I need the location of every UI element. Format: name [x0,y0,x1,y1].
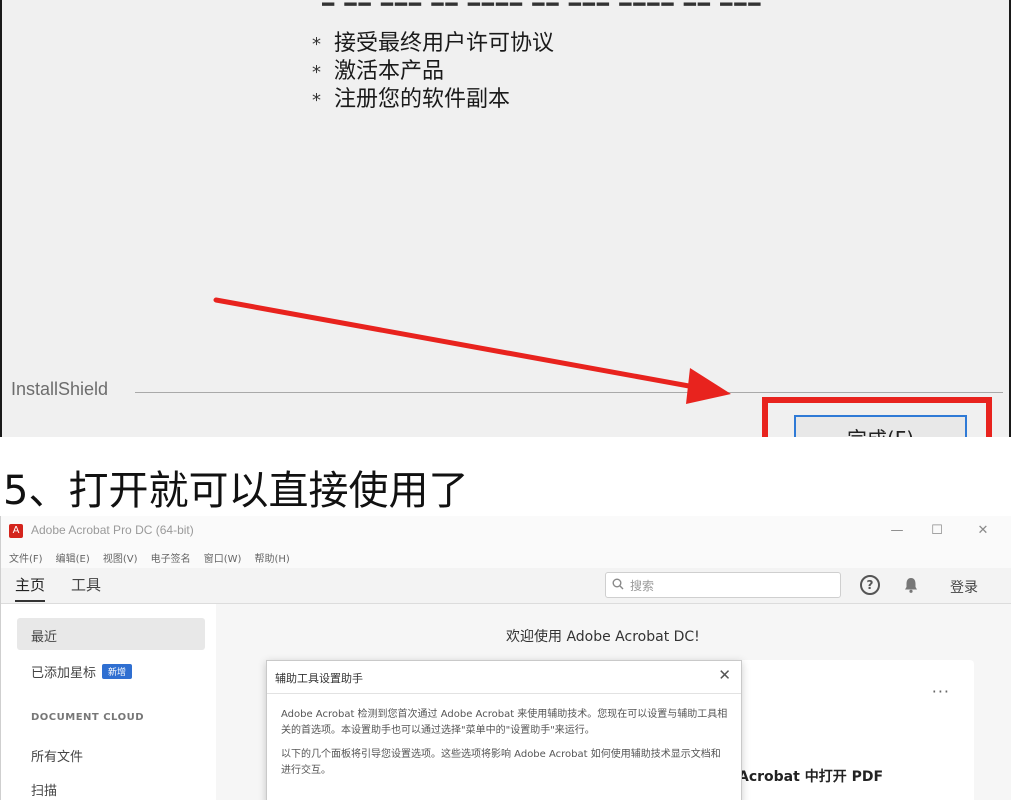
bullet-list: * 接受最终用户许可协议 * 激活本产品 * 注册您的软件副本 [312,30,554,114]
main-toolbar: 主页 工具 搜索 ? 登录 [1,568,1011,604]
menu-edit[interactable]: 编辑(E) [56,550,90,565]
login-button[interactable]: 登录 [950,577,978,597]
step-title: 5、打开就可以直接使用了 [3,468,469,514]
bullet-text: 接受最终用户许可协议 [334,31,555,56]
divider [267,693,741,694]
installer-window: ━ ━━ ━━━ ━━ ━━━━ ━━ ━━━ ━━━━ ━━ ━━━ * 接受最… [0,0,1011,437]
search-placeholder: 搜索 [630,579,655,593]
close-window-button[interactable]: ✕ [965,521,1001,541]
welcome-heading: 欢迎使用 Adobe Acrobat DC! [506,629,700,645]
cropped-text-line: ━ ━━ ━━━ ━━ ━━━━ ━━ ━━━ ━━━━ ━━ ━━━ [322,0,882,6]
search-icon [612,578,624,590]
help-icon[interactable]: ? [860,575,880,595]
search-input[interactable]: 搜索 [605,572,841,598]
installshield-label: InstallShield [11,379,109,399]
menu-window[interactable]: 窗口(W) [204,550,242,565]
acrobat-logo-icon: A [9,524,23,538]
minimize-button[interactable]: — [879,521,915,541]
sidebar-item-label: 扫描 [31,784,58,799]
highlight-box [762,397,992,437]
title-bar: A Adobe Acrobat Pro DC (64-bit) — ☐ ✕ [1,516,1011,546]
accessibility-setup-dialog: 辅助工具设置助手 ✕ Adobe Acrobat 检测到您首次通过 Adobe … [266,660,742,800]
bullet-text: 激活本产品 [334,59,445,84]
menu-bar: 文件(F) 编辑(E) 视图(V) 电子签名 窗口(W) 帮助(H) [1,546,1011,568]
window-title: Adobe Acrobat Pro DC (64-bit) [31,523,194,537]
bullet-text: 注册您的软件副本 [334,87,511,112]
sidebar-item-label: 已添加星标 [31,666,97,681]
bullet-marker: * [312,62,321,83]
dialog-body: Adobe Acrobat 检测到您首次通过 Adobe Acrobat 来使用… [281,707,729,787]
card-title: Acrobat 中打开 PDF [738,769,884,785]
tab-home[interactable]: 主页 [15,574,46,602]
menu-help[interactable]: 帮助(H) [255,550,290,565]
dialog-title: 辅助工具设置助手 [275,672,363,685]
bullet-marker: * [312,90,321,111]
menu-file[interactable]: 文件(F) [9,550,43,565]
bell-icon[interactable] [902,576,920,594]
dialog-paragraph: Adobe Acrobat 检测到您首次通过 Adobe Acrobat 来使用… [281,709,728,736]
menu-esign[interactable]: 电子签名 [151,550,191,565]
sidebar: 最近 已添加星标 新增 DOCUMENT CLOUD 所有文件 扫描 [1,604,216,800]
divider [135,392,1003,393]
bullet-item: * 激活本产品 [312,58,554,86]
sidebar-item-starred[interactable]: 已添加星标 新增 [17,654,205,686]
dialog-paragraph: 以下的几个面板将引导您设置选项。这些选项将影响 Adobe Acrobat 如何… [281,749,721,776]
sidebar-item-label: 最近 [31,630,58,645]
more-options-button[interactable]: ··· [932,682,950,701]
maximize-button[interactable]: ☐ [919,521,955,541]
bullet-marker: * [312,34,321,55]
bullet-item: * 注册您的软件副本 [312,86,554,114]
sidebar-item-all-files[interactable]: 所有文件 [17,738,205,770]
dialog-close-icon[interactable]: ✕ [718,666,731,684]
acrobat-window: A Adobe Acrobat Pro DC (64-bit) — ☐ ✕ 文件… [0,516,1011,800]
sidebar-section-heading: DOCUMENT CLOUD [31,712,144,723]
menu-view[interactable]: 视图(V) [103,550,138,565]
bullet-item: * 接受最终用户许可协议 [312,30,554,58]
sidebar-item-recent[interactable]: 最近 [17,618,205,650]
new-badge: 新增 [102,664,133,679]
sidebar-item-scan[interactable]: 扫描 [17,772,205,800]
sidebar-item-label: 所有文件 [31,750,84,765]
tab-tools[interactable]: 工具 [71,574,101,600]
